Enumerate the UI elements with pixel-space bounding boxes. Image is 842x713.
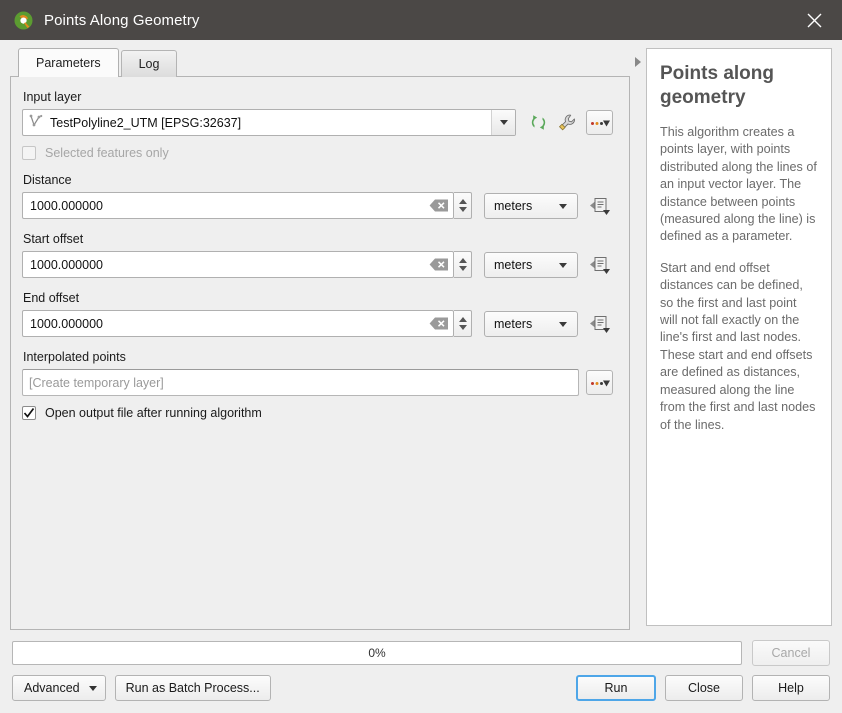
polyline-layer-icon (28, 113, 44, 132)
close-button[interactable]: Close (665, 675, 743, 701)
title-bar: Points Along Geometry (0, 0, 842, 40)
distance-unit-combobox[interactable]: meters (484, 192, 578, 219)
help-paragraph-2: Start and end offset distances can be de… (660, 260, 816, 432)
tab-log-label: Log (138, 57, 160, 71)
button-row: Advanced Run as Batch Process... Run Clo… (12, 675, 830, 701)
distance-value: 1000.000000 (30, 198, 103, 213)
primary-buttons: Run Close Help (576, 675, 830, 701)
advanced-button[interactable]: Advanced (12, 675, 106, 701)
tab-parameters[interactable]: Parameters (18, 48, 119, 77)
chevron-down-icon (559, 203, 567, 209)
run-button-label: Run (604, 681, 628, 695)
parameters-panel: Input layer TestPolyline2_UTM [EPSG:3263… (10, 76, 630, 630)
chevron-down-icon (559, 262, 567, 268)
end-offset-input[interactable]: 1000.000000 (22, 310, 454, 337)
clear-icon[interactable] (425, 193, 453, 218)
ellipsis-dropdown-icon[interactable] (586, 370, 613, 395)
help-panel: Points along geometry This algorithm cre… (646, 48, 832, 626)
spinner-up-icon[interactable] (458, 258, 467, 263)
selected-features-only-row[interactable]: Selected features only (22, 146, 613, 160)
interpolated-points-label: Interpolated points (23, 350, 126, 364)
help-paragraph-1: This algorithm creates a points layer, w… (660, 125, 817, 244)
distance-spinner[interactable] (454, 192, 472, 219)
spinner-up-icon[interactable] (458, 317, 467, 322)
selected-features-only-checkbox[interactable] (22, 146, 36, 160)
start-offset-value: 1000.000000 (30, 257, 103, 272)
points-along-geometry-dialog: Points Along Geometry Parameters Log Inp… (0, 0, 842, 713)
chevron-down-icon (559, 321, 567, 327)
input-layer-value: TestPolyline2_UTM [EPSG:32637] (50, 115, 242, 130)
clear-icon[interactable] (425, 311, 453, 336)
end-offset-spinner[interactable] (454, 310, 472, 337)
spinner-down-icon[interactable] (458, 207, 467, 212)
open-output-checkbox[interactable] (22, 406, 36, 420)
cancel-button: Cancel (752, 640, 830, 666)
help-button[interactable]: Help (752, 675, 830, 701)
collapse-panel-arrow-icon[interactable] (635, 57, 641, 67)
start-offset-row: 1000.000000 meters (22, 251, 613, 278)
distance-input[interactable]: 1000.000000 (22, 192, 454, 219)
close-icon[interactable] (786, 0, 842, 40)
run-as-batch-button[interactable]: Run as Batch Process... (114, 675, 271, 701)
tab-log[interactable]: Log (120, 50, 178, 77)
help-title: Points along geometry (660, 63, 774, 108)
progress-text: 0% (368, 646, 386, 660)
spinner-down-icon[interactable] (458, 266, 467, 271)
input-layer-row: TestPolyline2_UTM [EPSG:32637] (22, 109, 613, 136)
interpolated-points-row: [Create temporary layer] (22, 369, 613, 396)
advanced-button-label: Advanced (24, 681, 80, 695)
end-offset-unit-combobox[interactable]: meters (484, 310, 578, 337)
interpolated-points-placeholder: [Create temporary layer] (29, 375, 164, 390)
input-layer-combobox[interactable]: TestPolyline2_UTM [EPSG:32637] (22, 109, 516, 136)
data-defined-override-icon[interactable] (587, 252, 613, 278)
selected-features-only-label: Selected features only (45, 146, 169, 160)
left-pane: Parameters Log Input layer TestPolyline2… (10, 48, 630, 630)
start-offset-label: Start offset (23, 232, 84, 246)
start-offset-unit-combobox[interactable]: meters (484, 251, 578, 278)
distance-row: 1000.000000 meters (22, 192, 613, 219)
wrench-icon[interactable] (555, 110, 581, 136)
end-offset-value: 1000.000000 (30, 316, 103, 331)
chevron-down-icon (88, 685, 97, 691)
distance-label: Distance (23, 173, 72, 187)
qgis-logo-icon (14, 11, 33, 30)
end-offset-label: End offset (23, 291, 80, 305)
open-output-row[interactable]: Open output file after running algorithm (22, 406, 613, 420)
input-layer-label: Input layer (23, 90, 82, 104)
data-defined-override-icon[interactable] (587, 311, 613, 337)
spinner-down-icon[interactable] (458, 325, 467, 330)
start-offset-spinner[interactable] (454, 251, 472, 278)
progress-bar: 0% (12, 641, 742, 665)
tab-strip: Parameters Log (10, 48, 630, 77)
start-offset-unit-value: meters (494, 257, 533, 272)
close-button-label: Close (688, 681, 720, 695)
end-offset-row: 1000.000000 meters (22, 310, 613, 337)
data-defined-override-icon[interactable] (587, 193, 613, 219)
refresh-icon[interactable] (525, 110, 551, 136)
progress-row: 0% Cancel (12, 640, 830, 666)
panel-splitter[interactable] (630, 48, 646, 630)
interpolated-points-input[interactable]: [Create temporary layer] (22, 369, 579, 396)
distance-unit-value: meters (494, 198, 533, 213)
run-as-batch-button-label: Run as Batch Process... (125, 681, 260, 695)
dialog-body: Parameters Log Input layer TestPolyline2… (0, 40, 842, 630)
ellipsis-dropdown-icon[interactable] (586, 110, 613, 135)
start-offset-input[interactable]: 1000.000000 (22, 251, 454, 278)
end-offset-unit-value: meters (494, 316, 533, 331)
open-output-label: Open output file after running algorithm (45, 406, 262, 420)
cancel-button-label: Cancel (771, 646, 811, 660)
chevron-down-icon[interactable] (491, 110, 515, 135)
footer: 0% Cancel Advanced Run as Batch Process.… (0, 630, 842, 713)
help-button-label: Help (778, 681, 804, 695)
window-title: Points Along Geometry (44, 11, 200, 29)
spinner-up-icon[interactable] (458, 199, 467, 204)
run-button[interactable]: Run (576, 675, 656, 701)
tab-parameters-label: Parameters (36, 56, 101, 70)
clear-icon[interactable] (425, 252, 453, 277)
